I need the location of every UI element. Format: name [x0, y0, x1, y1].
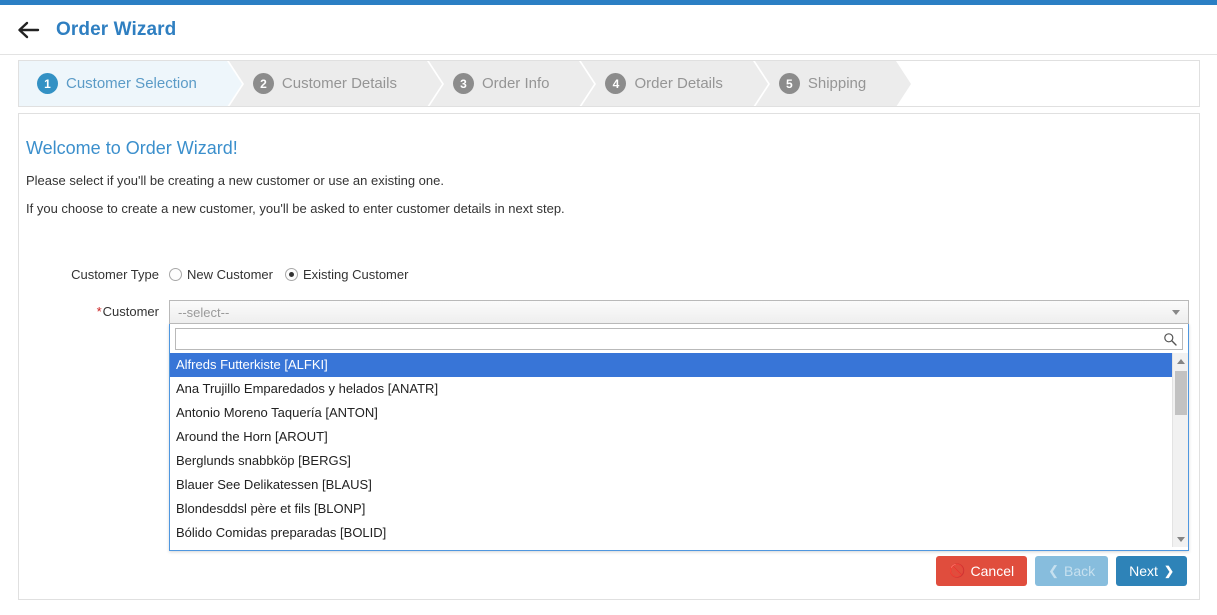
wizard-steps-row: 1 Customer Selection 2 Customer Details … [19, 61, 1199, 106]
page-title: Order Wizard [56, 19, 176, 41]
step-label: Shipping [808, 75, 866, 92]
customer-label-text: Customer [103, 304, 159, 319]
customer-dropdown-selected-text: --select-- [178, 305, 229, 320]
wizard-step-shipping[interactable]: 5 Shipping [755, 61, 896, 106]
step-label: Customer Selection [66, 75, 197, 92]
chevron-right-icon: ❯ [1164, 564, 1174, 578]
customer-search-input[interactable] [176, 329, 1182, 349]
cancel-button[interactable]: 🚫 Cancel [936, 556, 1027, 586]
scroll-up-arrow-icon[interactable] [1173, 353, 1188, 369]
step-number-badge: 5 [779, 73, 800, 94]
back-arrow-icon[interactable] [16, 17, 42, 43]
welcome-heading: Welcome to Order Wizard! [26, 138, 238, 159]
list-item[interactable]: Blondesddsl père et fils [BLONP] [170, 497, 1188, 521]
scrollbar-thumb[interactable] [1175, 371, 1187, 415]
list-item[interactable]: Bólido Comidas preparadas [BOLID] [170, 521, 1188, 545]
customer-list-scrollbar[interactable] [1172, 353, 1188, 547]
customer-search-box[interactable] [175, 328, 1183, 350]
wizard-step-order-info[interactable]: 3 Order Info [429, 61, 580, 106]
next-button-label: Next [1129, 563, 1158, 579]
customer-dropdown-toggle[interactable]: --select-- [169, 300, 1189, 324]
radio-new-customer-dot[interactable] [169, 268, 182, 281]
wizard-footer-buttons: 🚫 Cancel ❮ Back Next ❯ [928, 556, 1187, 586]
radio-existing-customer-dot[interactable] [285, 268, 298, 281]
required-asterisk: * [97, 304, 102, 319]
customer-dropdown-panel: Alfreds Futterkiste [ALFKI] Ana Trujillo… [169, 324, 1189, 551]
step-number-badge: 1 [37, 73, 58, 94]
step-label: Customer Details [282, 75, 397, 92]
step-label: Order Details [634, 75, 722, 92]
step-number-badge: 4 [605, 73, 626, 94]
customer-type-label: Customer Type [19, 267, 159, 282]
next-button[interactable]: Next ❯ [1116, 556, 1187, 586]
instruction-line-2: If you choose to create a new customer, … [26, 201, 565, 216]
wizard-steps: 1 Customer Selection 2 Customer Details … [18, 60, 1200, 107]
wizard-step-order-details[interactable]: 4 Order Details [581, 61, 752, 106]
page-header: Order Wizard [0, 5, 1217, 55]
list-item[interactable]: Blauer See Delikatessen [BLAUS] [170, 473, 1188, 497]
chevron-left-icon: ❮ [1048, 563, 1059, 579]
back-button-label: Back [1064, 563, 1095, 579]
list-item[interactable]: Antonio Moreno Taquería [ANTON] [170, 401, 1188, 425]
customer-dropdown: --select-- Al [169, 300, 1189, 324]
list-item[interactable]: Alfreds Futterkiste [ALFKI] [170, 353, 1188, 377]
radio-new-customer[interactable]: New Customer [169, 267, 273, 282]
step-label: Order Info [482, 75, 550, 92]
customer-field-label: *Customer [19, 300, 159, 319]
radio-existing-customer-label: Existing Customer [303, 267, 408, 282]
list-item[interactable]: Ana Trujillo Emparedados y helados [ANAT… [170, 377, 1188, 401]
scroll-down-arrow-icon[interactable] [1173, 531, 1188, 547]
radio-existing-customer[interactable]: Existing Customer [285, 267, 408, 282]
customer-select-row: *Customer --select-- [19, 300, 1189, 324]
step-number-badge: 2 [253, 73, 274, 94]
customer-options-list[interactable]: Alfreds Futterkiste [ALFKI] Ana Trujillo… [170, 353, 1188, 547]
search-icon [1163, 332, 1177, 346]
instruction-line-1: Please select if you'll be creating a ne… [26, 173, 444, 188]
customer-search-wrap [170, 324, 1188, 353]
wizard-step-customer-selection[interactable]: 1 Customer Selection [19, 61, 227, 106]
customer-type-row: Customer Type New Customer Existing Cust… [19, 267, 420, 282]
list-item[interactable]: Around the Horn [AROUT] [170, 425, 1188, 449]
chevron-down-icon [1172, 310, 1180, 315]
step-number-badge: 3 [453, 73, 474, 94]
ban-icon: 🚫 [949, 563, 965, 579]
customer-type-radio-group: New Customer Existing Customer [169, 267, 420, 282]
list-item[interactable]: Berglunds snabbköp [BERGS] [170, 449, 1188, 473]
content-panel: Welcome to Order Wizard! Please select i… [18, 113, 1200, 600]
radio-new-customer-label: New Customer [187, 267, 273, 282]
cancel-button-label: Cancel [971, 563, 1015, 579]
wizard-step-customer-details[interactable]: 2 Customer Details [229, 61, 427, 106]
back-button: ❮ Back [1035, 556, 1108, 586]
